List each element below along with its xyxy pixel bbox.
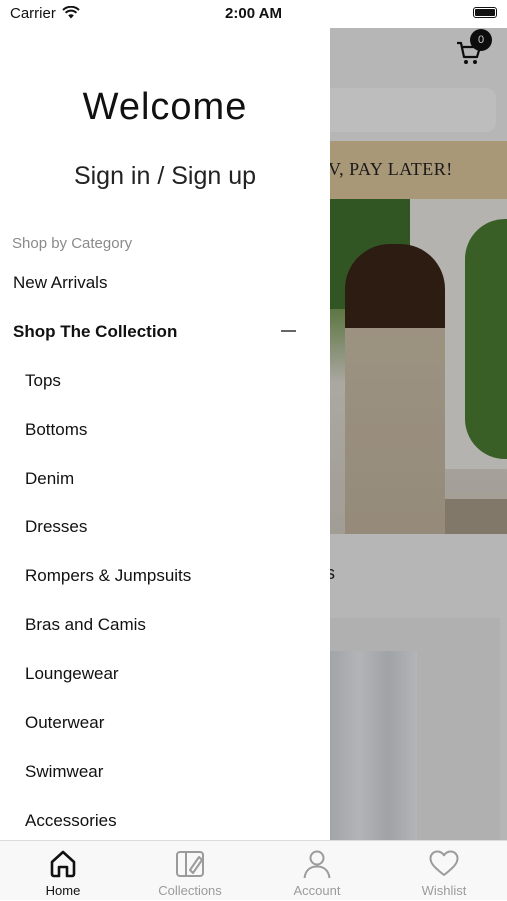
submenu-item-dresses[interactable]: Dresses <box>25 517 87 537</box>
submenu-item-swimwear[interactable]: Swimwear <box>25 762 103 782</box>
category-heading: Shop by Category <box>12 235 133 252</box>
clock: 2:00 AM <box>225 5 282 22</box>
welcome-heading: Welcome <box>82 86 248 128</box>
submenu-item-loungewear[interactable]: Loungewear <box>25 664 119 684</box>
submenu-item-bottoms[interactable]: Bottoms <box>25 420 87 440</box>
tab-wishlist-label: Wishlist <box>421 883 467 898</box>
side-menu-drawer: Welcome Sign in / Sign up Shop by Catego… <box>0 0 330 840</box>
tab-home-label: Home <box>45 883 81 898</box>
menu-item-shop-the-collection[interactable]: Shop The Collection <box>13 322 177 342</box>
submenu-item-bras-camis[interactable]: Bras and Camis <box>25 615 146 635</box>
submenu-item-outerwear[interactable]: Outerwear <box>25 713 104 733</box>
status-bar: Carrier 2:00 AM <box>0 0 507 28</box>
tab-collections-label: Collections <box>158 883 222 898</box>
submenu-item-rompers-jumpsuits[interactable]: Rompers & Jumpsuits <box>25 566 191 586</box>
tab-wishlist[interactable]: Wishlist <box>381 841 507 901</box>
account-icon <box>303 850 331 879</box>
battery-icon <box>473 7 497 18</box>
sign-in-link[interactable]: Sign in / Sign up <box>0 162 330 191</box>
collapse-icon[interactable] <box>281 330 296 332</box>
tab-collections[interactable]: Collections <box>127 841 253 901</box>
submenu-item-tops[interactable]: Tops <box>25 371 61 391</box>
menu-item-new-arrivals[interactable]: New Arrivals <box>13 273 107 293</box>
tab-home[interactable]: Home <box>0 841 126 901</box>
drawer-scrim[interactable] <box>330 26 507 840</box>
home-icon <box>50 850 76 878</box>
heart-icon <box>429 850 459 876</box>
submenu-item-accessories[interactable]: Accessories <box>25 811 117 831</box>
submenu-item-denim[interactable]: Denim <box>25 469 74 489</box>
tab-account[interactable]: Account <box>254 841 380 901</box>
collections-icon <box>176 851 204 877</box>
tab-account-label: Account <box>293 883 341 898</box>
bottom-tab-bar: Home Collections Account Wishlist <box>0 840 507 900</box>
